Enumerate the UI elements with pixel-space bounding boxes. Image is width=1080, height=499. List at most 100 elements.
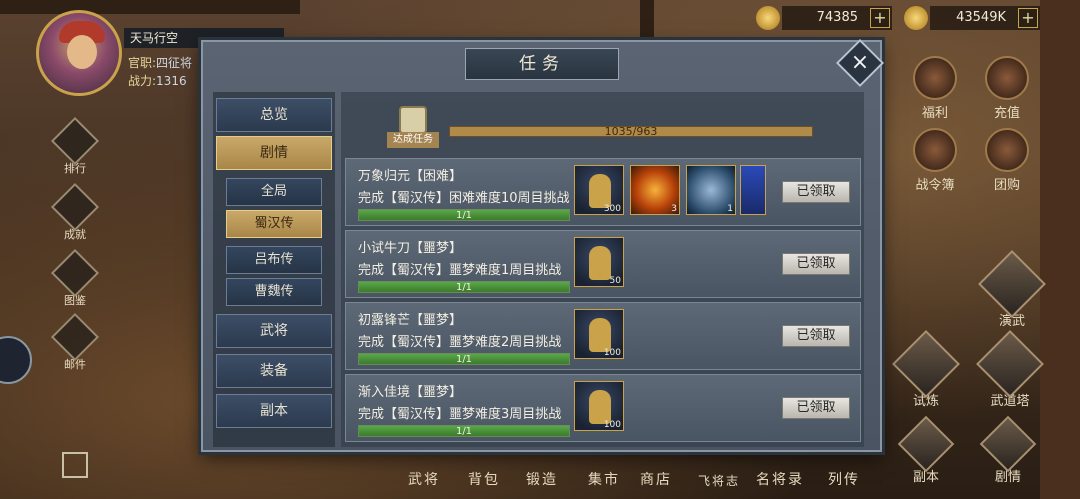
quest-progress-bar: 1/1 (358, 281, 570, 293)
nav-biography[interactable]: 列传 (828, 469, 860, 489)
mail-icon (50, 312, 100, 362)
quest-title: 小试牛刀【噩梦】 (358, 241, 463, 256)
nav-famous-generals[interactable]: 名将录 (756, 469, 804, 489)
reward-count: 100 (603, 348, 621, 358)
subtab-all[interactable]: 全局 (226, 178, 322, 206)
trial-icon (892, 330, 960, 398)
player-power: 战力:1316 (128, 74, 187, 88)
dungeon-icon (897, 415, 955, 473)
tower-button[interactable]: 武道塔 (976, 330, 1044, 409)
quest-title: 万象归元【困难】 (358, 169, 463, 184)
quest-row: 万象归元【困难】 完成【蜀汉传】困难难度10周目挑战 1/1 已领取 300 3 1 (345, 158, 861, 226)
tab-story[interactable]: 剧情 (216, 136, 332, 170)
claimed-button[interactable]: 已领取 (782, 181, 850, 203)
ranking-button[interactable]: 排行 (50, 116, 100, 176)
quest-row: 初露锋芒【噩梦】 完成【蜀汉传】噩梦难度2周目挑战 1/1 已领取 100 (345, 302, 861, 370)
quest-row: 渐入佳境【噩梦】 完成【蜀汉传】噩梦难度3周目挑战 1/1 已领取 100 (345, 374, 861, 442)
story-button[interactable]: 剧情 (979, 415, 1037, 485)
book-icon (979, 415, 1037, 473)
nav-bag[interactable]: 背包 (468, 469, 500, 489)
nav-forge[interactable]: 锻造 (526, 469, 558, 489)
banner-icon (913, 128, 957, 172)
nav-shop[interactable]: 商店 (640, 469, 672, 489)
fullscreen-icon[interactable] (62, 452, 88, 478)
tower-icon (976, 330, 1044, 398)
general-portrait-icon[interactable]: 100 (574, 381, 624, 431)
quest-progress-text: 1/1 (455, 282, 473, 293)
coin-icon (904, 6, 928, 30)
reward-count: 1 (727, 204, 733, 214)
reward-count: 3 (671, 204, 677, 214)
tab-equipment[interactable]: 装备 (216, 354, 332, 388)
quest-progress-text: 1/1 (455, 426, 473, 437)
coin-bag-icon (985, 56, 1029, 100)
scroll-icon (399, 106, 427, 134)
book-reward-icon[interactable] (740, 165, 766, 215)
tab-overview[interactable]: 总览 (216, 98, 332, 132)
claimed-button[interactable]: 已领取 (782, 397, 850, 419)
blade-reward-icon[interactable]: 1 (686, 165, 736, 215)
quest-tabs: 总览 剧情 全局 蜀汉传 吕布传 曹魏传 武将 装备 副本 (213, 92, 335, 447)
tab-generals[interactable]: 武将 (216, 314, 332, 348)
tab-dungeon[interactable]: 副本 (216, 394, 332, 428)
atlas-button[interactable]: 图鉴 (50, 248, 100, 308)
ranking-icon (50, 116, 100, 166)
quest-progress-bar: 1/1 (358, 425, 570, 437)
nav-flying-general[interactable]: 飞将志 (698, 472, 740, 489)
close-icon: × (850, 50, 870, 75)
quest-progress-bar: 1/1 (358, 353, 570, 365)
quest-description: 完成【蜀汉传】噩梦难度2周目挑战 (358, 335, 562, 350)
trial-button[interactable]: 试炼 (892, 330, 960, 409)
player-rank: 官职:四征将 (128, 56, 193, 70)
gift-bag-icon (913, 56, 957, 100)
drill-icon (978, 250, 1046, 318)
reward-count: 300 (603, 204, 621, 214)
quest-description: 完成【蜀汉传】困难难度10周目挑战 (358, 191, 570, 206)
total-progress-text: 1035/963 (604, 125, 658, 138)
atlas-icon (50, 248, 100, 298)
subtab-shu[interactable]: 蜀汉传 (226, 210, 322, 238)
quest-row: 小试牛刀【噩梦】 完成【蜀汉传】噩梦难度1周目挑战 1/1 已领取 50 (345, 230, 861, 298)
quest-progress-text: 1/1 (455, 354, 473, 365)
quest-description: 完成【蜀汉传】噩梦难度1周目挑战 (358, 263, 562, 278)
group-buy-button[interactable]: 团购 (982, 128, 1032, 193)
welfare-button[interactable]: 福利 (910, 56, 960, 121)
quest-dialog: 任务 × 总览 剧情 全局 蜀汉传 吕布传 曹魏传 武将 装备 副本 达成任务 … (201, 38, 885, 452)
gold-ingot-icon (756, 6, 780, 30)
claimed-button[interactable]: 已领取 (782, 253, 850, 275)
achievement-badge: 达成任务 (387, 106, 439, 150)
dungeon-button[interactable]: 副本 (897, 415, 955, 485)
total-progress-header: 达成任务 1035/963 (341, 92, 864, 154)
recharge-button[interactable]: 充值 (982, 56, 1032, 121)
mail-button[interactable]: 邮件 (50, 312, 100, 372)
add-gold-ingot-button[interactable]: + (870, 8, 890, 28)
subtab-wei[interactable]: 曹魏传 (226, 278, 322, 306)
gold-ingot-counter: 74385 + (756, 6, 892, 30)
battle-pass-button[interactable]: 战令簿 (904, 128, 966, 193)
dialog-title: 任务 (465, 48, 619, 80)
quest-progress-bar: 1/1 (358, 209, 570, 221)
quest-content: 达成任务 1035/963 万象归元【困难】 完成【蜀汉传】困难难度10周目挑战… (341, 92, 864, 447)
quest-title: 渐入佳境【噩梦】 (358, 385, 463, 400)
subtab-lubu[interactable]: 吕布传 (226, 246, 322, 274)
reward-count: 100 (603, 420, 621, 430)
achievement-icon (50, 182, 100, 232)
nav-market[interactable]: 集市 (588, 469, 620, 489)
martial-button[interactable]: 演武 (978, 250, 1046, 329)
quest-title: 初露锋芒【噩梦】 (358, 313, 463, 328)
quest-progress-text: 1/1 (455, 210, 473, 221)
general-portrait-icon[interactable]: 300 (574, 165, 624, 215)
nav-generals[interactable]: 武将 (408, 469, 440, 489)
total-progress-bar: 1035/963 (449, 125, 813, 138)
general-portrait-icon[interactable]: 100 (574, 309, 624, 359)
general-portrait-icon[interactable]: 50 (574, 237, 624, 287)
quest-description: 完成【蜀汉传】噩梦难度3周目挑战 (358, 407, 562, 422)
group-icon (985, 128, 1029, 172)
claimed-button[interactable]: 已领取 (782, 325, 850, 347)
close-button[interactable]: × (835, 38, 885, 88)
add-coin-button[interactable]: + (1018, 8, 1038, 28)
achievement-button[interactable]: 成就 (50, 182, 100, 242)
coin-counter: 43549K + (904, 6, 1040, 30)
fire-reward-icon[interactable]: 3 (630, 165, 680, 215)
avatar[interactable] (36, 10, 122, 96)
